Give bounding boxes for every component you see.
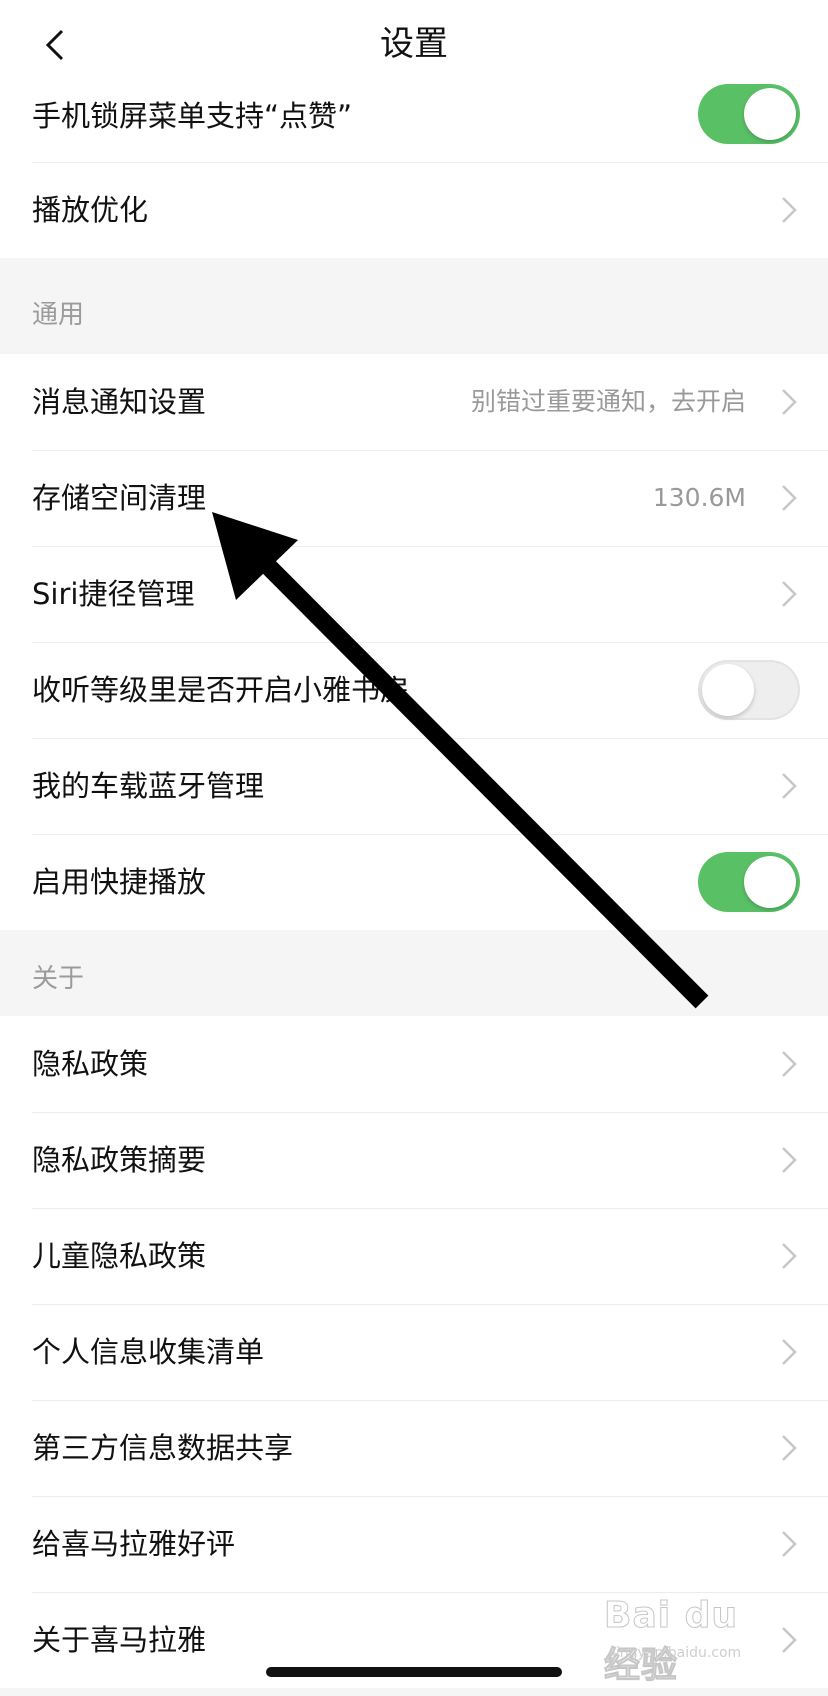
settings-group-top: 手机锁屏菜单支持“点赞” 播放优化 <box>0 66 828 258</box>
setting-label: 隐私政策 <box>32 1047 149 1081</box>
toggle-knob <box>744 856 796 908</box>
setting-label: 儿童隐私政策 <box>32 1239 207 1273</box>
setting-value: 别错过重要通知，去开启 <box>470 387 746 416</box>
setting-label: 第三方信息数据共享 <box>32 1431 294 1465</box>
storage-size: 130.6M <box>652 483 746 512</box>
setting-label: 个人信息收集清单 <box>32 1335 265 1369</box>
setting-privacy-summary[interactable]: 隐私政策摘要 <box>0 1112 828 1208</box>
chevron-right-icon <box>782 1147 797 1173</box>
chevron-right-icon <box>782 581 797 607</box>
section-header-general: 通用 <box>32 300 85 330</box>
quick-play-toggle[interactable] <box>698 852 800 912</box>
setting-notifications[interactable]: 消息通知设置 别错过重要通知，去开启 <box>0 354 828 450</box>
xiaoya-study-toggle[interactable] <box>698 660 800 720</box>
chevron-right-icon <box>782 485 797 511</box>
setting-label: Siri捷径管理 <box>32 577 195 611</box>
chevron-right-icon <box>782 389 797 415</box>
toggle-knob <box>744 88 796 140</box>
chevron-right-icon <box>782 1243 797 1269</box>
setting-privacy-policy[interactable]: 隐私政策 <box>0 1016 828 1112</box>
chevron-right-icon <box>782 1435 797 1461</box>
setting-xiaoya-study: 收听等级里是否开启小雅书房 <box>0 642 828 738</box>
chevron-right-icon <box>782 1531 797 1557</box>
toggle-knob <box>702 664 754 716</box>
setting-car-bluetooth[interactable]: 我的车载蓝牙管理 <box>0 738 828 834</box>
home-indicator[interactable] <box>266 1667 562 1677</box>
setting-label: 消息通知设置 <box>32 385 207 419</box>
setting-label: 关于喜马拉雅 <box>32 1623 207 1657</box>
setting-label: 播放优化 <box>32 193 149 227</box>
setting-personal-info-list[interactable]: 个人信息收集清单 <box>0 1304 828 1400</box>
setting-third-party-sharing[interactable]: 第三方信息数据共享 <box>0 1400 828 1496</box>
setting-playback-optimization[interactable]: 播放优化 <box>0 162 828 258</box>
setting-label: 存储空间清理 <box>32 481 207 515</box>
section-header-about: 关于 <box>32 964 85 994</box>
setting-siri-shortcuts[interactable]: Siri捷径管理 <box>0 546 828 642</box>
setting-label: 我的车载蓝牙管理 <box>32 769 265 803</box>
setting-label: 手机锁屏菜单支持“点赞” <box>32 99 353 133</box>
settings-group-general: 消息通知设置 别错过重要通知，去开启 存储空间清理 130.6M Siri捷径管… <box>0 354 828 930</box>
watermark-url: jingyan.baidu.com <box>612 1645 742 1661</box>
lockscreen-like-toggle[interactable] <box>698 84 800 144</box>
settings-group-about: 隐私政策 隐私政策摘要 儿童隐私政策 个人信息收集清单 第三方信息数据共享 给喜… <box>0 1016 828 1688</box>
chevron-right-icon <box>782 773 797 799</box>
setting-rate-app[interactable]: 给喜马拉雅好评 <box>0 1496 828 1592</box>
setting-storage-cleanup[interactable]: 存储空间清理 130.6M <box>0 450 828 546</box>
setting-label: 启用快捷播放 <box>32 865 207 899</box>
setting-label: 隐私政策摘要 <box>32 1143 207 1177</box>
chevron-right-icon <box>782 1051 797 1077</box>
setting-label: 给喜马拉雅好评 <box>32 1527 236 1561</box>
chevron-right-icon <box>782 197 797 223</box>
setting-quick-play: 启用快捷播放 <box>0 834 828 930</box>
setting-label: 收听等级里是否开启小雅书房 <box>32 673 410 707</box>
setting-lockscreen-like: 手机锁屏菜单支持“点赞” <box>0 66 828 162</box>
setting-child-privacy[interactable]: 儿童隐私政策 <box>0 1208 828 1304</box>
page-title: 设置 <box>380 24 448 64</box>
watermark-logo-text: Bai du 经验 <box>604 1595 739 1687</box>
baidu-watermark: Bai du 经验 jingyan.baidu.com <box>604 1595 784 1687</box>
chevron-right-icon <box>782 1339 797 1365</box>
